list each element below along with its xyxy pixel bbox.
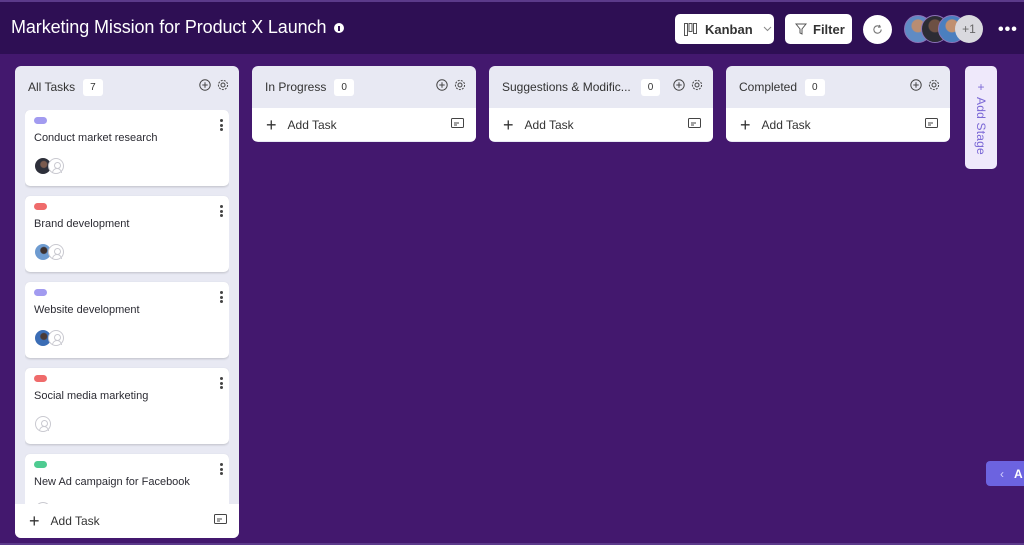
task-card[interactable]: Social media marketing: [25, 368, 229, 444]
add-task-button[interactable]: + Add Task: [15, 504, 239, 538]
task-assignees[interactable]: [35, 244, 64, 260]
top-bar: Marketing Mission for Product X Launch K…: [0, 0, 1024, 54]
side-panel-toggle[interactable]: ‹ A: [986, 461, 1024, 486]
column-count-badge: 0: [334, 78, 354, 96]
task-title: Website development: [34, 304, 140, 316]
card-template-icon[interactable]: [688, 118, 701, 128]
task-tag: [34, 461, 47, 468]
info-icon[interactable]: [334, 22, 345, 33]
task-card[interactable]: Website development: [25, 282, 229, 358]
card-template-icon[interactable]: [925, 118, 938, 128]
column-completed: Completed 0 + Add Task: [726, 66, 950, 142]
filter-button[interactable]: Filter: [785, 14, 852, 44]
more-options-icon[interactable]: •••: [998, 21, 1018, 39]
column-title: Completed: [739, 80, 798, 94]
plus-icon: +: [977, 80, 985, 94]
add-task-label: Add Task: [287, 117, 337, 132]
add-circle-icon[interactable]: [910, 79, 922, 91]
column-header: In Progress 0: [252, 66, 476, 108]
side-panel-label: A: [1014, 466, 1023, 481]
column-suggestions: Suggestions & Modific... 0 + Add Task: [489, 66, 713, 142]
task-tag: [34, 375, 47, 382]
chevron-left-icon: ‹: [1000, 466, 1004, 481]
column-header: Completed 0: [726, 66, 950, 108]
plus-icon: +: [740, 114, 751, 135]
add-task-label: Add Task: [50, 514, 100, 528]
kebab-menu-icon[interactable]: [220, 463, 223, 477]
filter-label: Filter: [813, 21, 845, 37]
kebab-menu-icon[interactable]: [220, 377, 223, 391]
chevron-down-icon: [763, 26, 772, 32]
task-title: Social media marketing: [34, 390, 149, 402]
task-tag: [34, 289, 47, 296]
add-task-button[interactable]: + Add Task: [726, 108, 950, 141]
refresh-icon: [873, 24, 882, 34]
task-assignees[interactable]: [35, 416, 51, 432]
column-title: All Tasks: [28, 80, 76, 94]
gear-icon[interactable]: [217, 79, 229, 91]
plus-icon: +: [29, 511, 40, 531]
column-count-badge: 0: [640, 78, 661, 96]
gear-icon[interactable]: [454, 79, 466, 91]
board-title: Marketing Mission for Product X Launch: [11, 17, 345, 38]
add-assignee-icon[interactable]: [48, 158, 64, 174]
column-count-badge: 0: [805, 78, 825, 96]
task-card[interactable]: Brand development: [25, 196, 229, 272]
column-in-progress: In Progress 0 + Add Task: [252, 66, 476, 142]
gear-icon[interactable]: [691, 79, 703, 91]
add-stage-label: Add Stage: [974, 97, 988, 155]
column-all-tasks: All Tasks 7 Conduct market research Bran…: [15, 66, 239, 538]
gear-icon[interactable]: [928, 79, 940, 91]
kebab-menu-icon[interactable]: [220, 291, 223, 305]
add-circle-icon[interactable]: [673, 79, 685, 91]
column-header: Suggestions & Modific... 0: [489, 66, 713, 108]
task-title: Conduct market research: [34, 132, 158, 144]
add-assignee-icon[interactable]: [48, 330, 64, 346]
more-members-badge[interactable]: +1: [955, 15, 983, 43]
plus-icon: +: [266, 114, 277, 135]
add-stage-button[interactable]: + Add Stage: [965, 66, 997, 169]
card-template-icon[interactable]: [451, 118, 464, 128]
task-title: New Ad campaign for Facebook: [34, 476, 190, 488]
column-title: In Progress: [265, 80, 327, 94]
filter-icon: [795, 23, 807, 35]
add-assignee-icon[interactable]: [35, 416, 51, 432]
task-list[interactable]: Conduct market research Brand developmen…: [25, 110, 229, 504]
kanban-icon: [684, 22, 697, 36]
kebab-menu-icon[interactable]: [220, 119, 223, 133]
refresh-button[interactable]: [863, 15, 892, 44]
column-count-badge: 7: [83, 78, 103, 96]
add-task-button[interactable]: + Add Task: [252, 108, 476, 141]
add-circle-icon[interactable]: [436, 79, 448, 91]
add-task-button[interactable]: + Add Task: [489, 108, 713, 141]
add-task-label: Add Task: [761, 117, 811, 132]
view-selector-button[interactable]: Kanban: [675, 14, 774, 44]
add-assignee-icon[interactable]: [48, 244, 64, 260]
task-card[interactable]: New Ad campaign for Facebook: [25, 454, 229, 504]
task-assignees[interactable]: [35, 158, 64, 174]
add-task-label: Add Task: [524, 117, 574, 132]
task-tag: [34, 203, 47, 210]
task-assignees[interactable]: [35, 330, 64, 346]
add-circle-icon[interactable]: [199, 79, 211, 91]
card-template-icon[interactable]: [214, 514, 227, 524]
column-header: All Tasks 7: [15, 66, 239, 108]
task-tag: [34, 117, 47, 124]
plus-icon: +: [503, 114, 514, 135]
task-title: Brand development: [34, 218, 130, 230]
kebab-menu-icon[interactable]: [220, 205, 223, 219]
member-avatars[interactable]: +1: [904, 15, 983, 43]
view-selector-label: Kanban: [705, 21, 753, 37]
board-title-text: Marketing Mission for Product X Launch: [11, 17, 327, 37]
column-title: Suggestions & Modific...: [502, 80, 631, 94]
task-card[interactable]: Conduct market research: [25, 110, 229, 186]
